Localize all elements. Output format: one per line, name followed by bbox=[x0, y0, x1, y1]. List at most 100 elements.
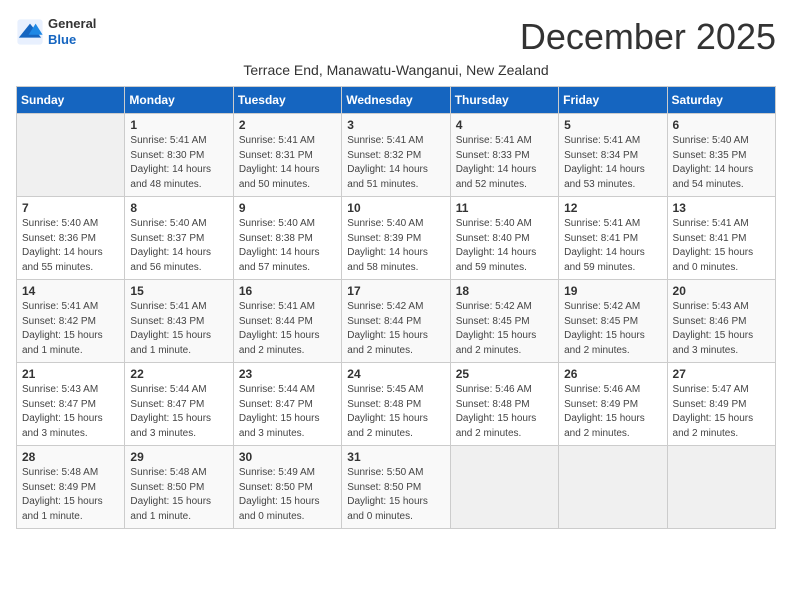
day-number: 19 bbox=[564, 284, 661, 298]
calendar-cell: 26Sunrise: 5:46 AM Sunset: 8:49 PM Dayli… bbox=[559, 363, 667, 446]
calendar-cell bbox=[559, 446, 667, 529]
day-info: Sunrise: 5:41 AM Sunset: 8:43 PM Dayligh… bbox=[130, 300, 227, 358]
day-number: 31 bbox=[347, 450, 444, 464]
day-info: Sunrise: 5:40 AM Sunset: 8:36 PM Dayligh… bbox=[22, 217, 119, 275]
day-info: Sunrise: 5:41 AM Sunset: 8:42 PM Dayligh… bbox=[22, 300, 119, 358]
day-info: Sunrise: 5:44 AM Sunset: 8:47 PM Dayligh… bbox=[239, 383, 336, 441]
day-info: Sunrise: 5:42 AM Sunset: 8:44 PM Dayligh… bbox=[347, 300, 444, 358]
calendar-cell: 11 Sunrise: 5:40 AM Sunset: 8:40 PM Dayli… bbox=[450, 197, 558, 280]
logo-icon bbox=[16, 18, 44, 46]
logo-text: General Blue bbox=[48, 16, 96, 47]
day-number: 20 bbox=[673, 284, 770, 298]
calendar-cell: 9 Sunrise: 5:40 AM Sunset: 8:38 PM Daylig… bbox=[233, 197, 341, 280]
day-number: 15 bbox=[130, 284, 227, 298]
week-row-5: 28 Sunrise: 5:48 AM Sunset: 8:49 PM Dayli… bbox=[17, 446, 776, 529]
calendar-cell: 6 Sunrise: 5:40 AM Sunset: 8:35 PM Daylig… bbox=[667, 114, 775, 197]
calendar-cell: 28 Sunrise: 5:48 AM Sunset: 8:49 PM Dayli… bbox=[17, 446, 125, 529]
header: General Blue December 2025 bbox=[16, 16, 776, 58]
day-number: 22 bbox=[130, 367, 227, 381]
calendar-cell: 24 Sunrise: 5:45 AM Sunset: 8:48 PM Dayli… bbox=[342, 363, 450, 446]
day-number: 2 bbox=[239, 118, 336, 132]
day-info: Sunrise: 5:45 AM Sunset: 8:48 PM Dayligh… bbox=[347, 383, 444, 441]
day-number: 28 bbox=[22, 450, 119, 464]
day-info: Sunrise: 5:48 AM Sunset: 8:49 PM Dayligh… bbox=[22, 466, 119, 524]
day-number: 11 bbox=[456, 201, 553, 215]
day-number: 21 bbox=[22, 367, 119, 381]
day-info: Sunrise: 5:46 AM Sunset: 8:49 PM Dayligh… bbox=[564, 383, 661, 441]
calendar-cell: 1Sunrise: 5:41 AM Sunset: 8:30 PM Daylig… bbox=[125, 114, 233, 197]
week-row-4: 21 Sunrise: 5:43 AM Sunset: 8:47 PM Dayli… bbox=[17, 363, 776, 446]
day-number: 14 bbox=[22, 284, 119, 298]
calendar-cell: 17 Sunrise: 5:42 AM Sunset: 8:44 PM Dayli… bbox=[342, 280, 450, 363]
calendar-cell: 21 Sunrise: 5:43 AM Sunset: 8:47 PM Dayli… bbox=[17, 363, 125, 446]
day-info: Sunrise: 5:47 AM Sunset: 8:49 PM Dayligh… bbox=[673, 383, 770, 441]
day-info: Sunrise: 5:40 AM Sunset: 8:39 PM Dayligh… bbox=[347, 217, 444, 275]
day-number: 18 bbox=[456, 284, 553, 298]
calendar-cell: 29Sunrise: 5:48 AM Sunset: 8:50 PM Dayli… bbox=[125, 446, 233, 529]
day-info: Sunrise: 5:40 AM Sunset: 8:40 PM Dayligh… bbox=[456, 217, 553, 275]
calendar-cell: 18Sunrise: 5:42 AM Sunset: 8:45 PM Dayli… bbox=[450, 280, 558, 363]
logo-area: General Blue bbox=[16, 16, 96, 47]
calendar-cell: 23 Sunrise: 5:44 AM Sunset: 8:47 PM Dayli… bbox=[233, 363, 341, 446]
day-number: 10 bbox=[347, 201, 444, 215]
day-info: Sunrise: 5:46 AM Sunset: 8:48 PM Dayligh… bbox=[456, 383, 553, 441]
day-number: 24 bbox=[347, 367, 444, 381]
logo-blue: Blue bbox=[48, 32, 76, 47]
weekday-header-friday: Friday bbox=[559, 87, 667, 114]
day-info: Sunrise: 5:41 AM Sunset: 8:31 PM Dayligh… bbox=[239, 134, 336, 192]
calendar-cell bbox=[17, 114, 125, 197]
day-number: 8 bbox=[130, 201, 227, 215]
calendar: SundayMondayTuesdayWednesdayThursdayFrid… bbox=[16, 86, 776, 529]
weekday-header-tuesday: Tuesday bbox=[233, 87, 341, 114]
day-number: 3 bbox=[347, 118, 444, 132]
day-number: 17 bbox=[347, 284, 444, 298]
day-number: 13 bbox=[673, 201, 770, 215]
calendar-cell bbox=[450, 446, 558, 529]
calendar-cell: 8 Sunrise: 5:40 AM Sunset: 8:37 PM Daylig… bbox=[125, 197, 233, 280]
day-info: Sunrise: 5:41 AM Sunset: 8:32 PM Dayligh… bbox=[347, 134, 444, 192]
day-info: Sunrise: 5:44 AM Sunset: 8:47 PM Dayligh… bbox=[130, 383, 227, 441]
calendar-cell: 3 Sunrise: 5:41 AM Sunset: 8:32 PM Daylig… bbox=[342, 114, 450, 197]
day-number: 30 bbox=[239, 450, 336, 464]
day-info: Sunrise: 5:41 AM Sunset: 8:44 PM Dayligh… bbox=[239, 300, 336, 358]
calendar-cell: 30 Sunrise: 5:49 AM Sunset: 8:50 PM Dayli… bbox=[233, 446, 341, 529]
day-info: Sunrise: 5:41 AM Sunset: 8:34 PM Dayligh… bbox=[564, 134, 661, 192]
weekday-header-saturday: Saturday bbox=[667, 87, 775, 114]
week-row-2: 7Sunrise: 5:40 AM Sunset: 8:36 PM Daylig… bbox=[17, 197, 776, 280]
day-number: 1 bbox=[130, 118, 227, 132]
calendar-cell: 14 Sunrise: 5:41 AM Sunset: 8:42 PM Dayli… bbox=[17, 280, 125, 363]
calendar-cell: 19Sunrise: 5:42 AM Sunset: 8:45 PM Dayli… bbox=[559, 280, 667, 363]
day-info: Sunrise: 5:49 AM Sunset: 8:50 PM Dayligh… bbox=[239, 466, 336, 524]
weekday-header-monday: Monday bbox=[125, 87, 233, 114]
day-number: 4 bbox=[456, 118, 553, 132]
subtitle: Terrace End, Manawatu-Wanganui, New Zeal… bbox=[16, 62, 776, 78]
logo-general: General bbox=[48, 16, 96, 31]
day-number: 25 bbox=[456, 367, 553, 381]
weekday-header-thursday: Thursday bbox=[450, 87, 558, 114]
week-row-1: 1Sunrise: 5:41 AM Sunset: 8:30 PM Daylig… bbox=[17, 114, 776, 197]
calendar-cell: 15 Sunrise: 5:41 AM Sunset: 8:43 PM Dayli… bbox=[125, 280, 233, 363]
day-info: Sunrise: 5:40 AM Sunset: 8:37 PM Dayligh… bbox=[130, 217, 227, 275]
calendar-cell: 10 Sunrise: 5:40 AM Sunset: 8:39 PM Dayli… bbox=[342, 197, 450, 280]
day-number: 9 bbox=[239, 201, 336, 215]
day-info: Sunrise: 5:41 AM Sunset: 8:41 PM Dayligh… bbox=[564, 217, 661, 275]
calendar-cell: 5Sunrise: 5:41 AM Sunset: 8:34 PM Daylig… bbox=[559, 114, 667, 197]
month-title: December 2025 bbox=[520, 16, 776, 58]
week-row-3: 14 Sunrise: 5:41 AM Sunset: 8:42 PM Dayli… bbox=[17, 280, 776, 363]
calendar-cell bbox=[667, 446, 775, 529]
weekday-header-row: SundayMondayTuesdayWednesdayThursdayFrid… bbox=[17, 87, 776, 114]
day-info: Sunrise: 5:40 AM Sunset: 8:35 PM Dayligh… bbox=[673, 134, 770, 192]
calendar-cell: 16Sunrise: 5:41 AM Sunset: 8:44 PM Dayli… bbox=[233, 280, 341, 363]
day-info: Sunrise: 5:41 AM Sunset: 8:41 PM Dayligh… bbox=[673, 217, 770, 275]
day-number: 12 bbox=[564, 201, 661, 215]
day-info: Sunrise: 5:43 AM Sunset: 8:47 PM Dayligh… bbox=[22, 383, 119, 441]
day-info: Sunrise: 5:41 AM Sunset: 8:33 PM Dayligh… bbox=[456, 134, 553, 192]
calendar-cell: 31Sunrise: 5:50 AM Sunset: 8:50 PM Dayli… bbox=[342, 446, 450, 529]
calendar-cell: 12 Sunrise: 5:41 AM Sunset: 8:41 PM Dayli… bbox=[559, 197, 667, 280]
calendar-cell: 22 Sunrise: 5:44 AM Sunset: 8:47 PM Dayli… bbox=[125, 363, 233, 446]
weekday-header-sunday: Sunday bbox=[17, 87, 125, 114]
day-number: 6 bbox=[673, 118, 770, 132]
calendar-cell: 27Sunrise: 5:47 AM Sunset: 8:49 PM Dayli… bbox=[667, 363, 775, 446]
day-number: 23 bbox=[239, 367, 336, 381]
day-info: Sunrise: 5:40 AM Sunset: 8:38 PM Dayligh… bbox=[239, 217, 336, 275]
